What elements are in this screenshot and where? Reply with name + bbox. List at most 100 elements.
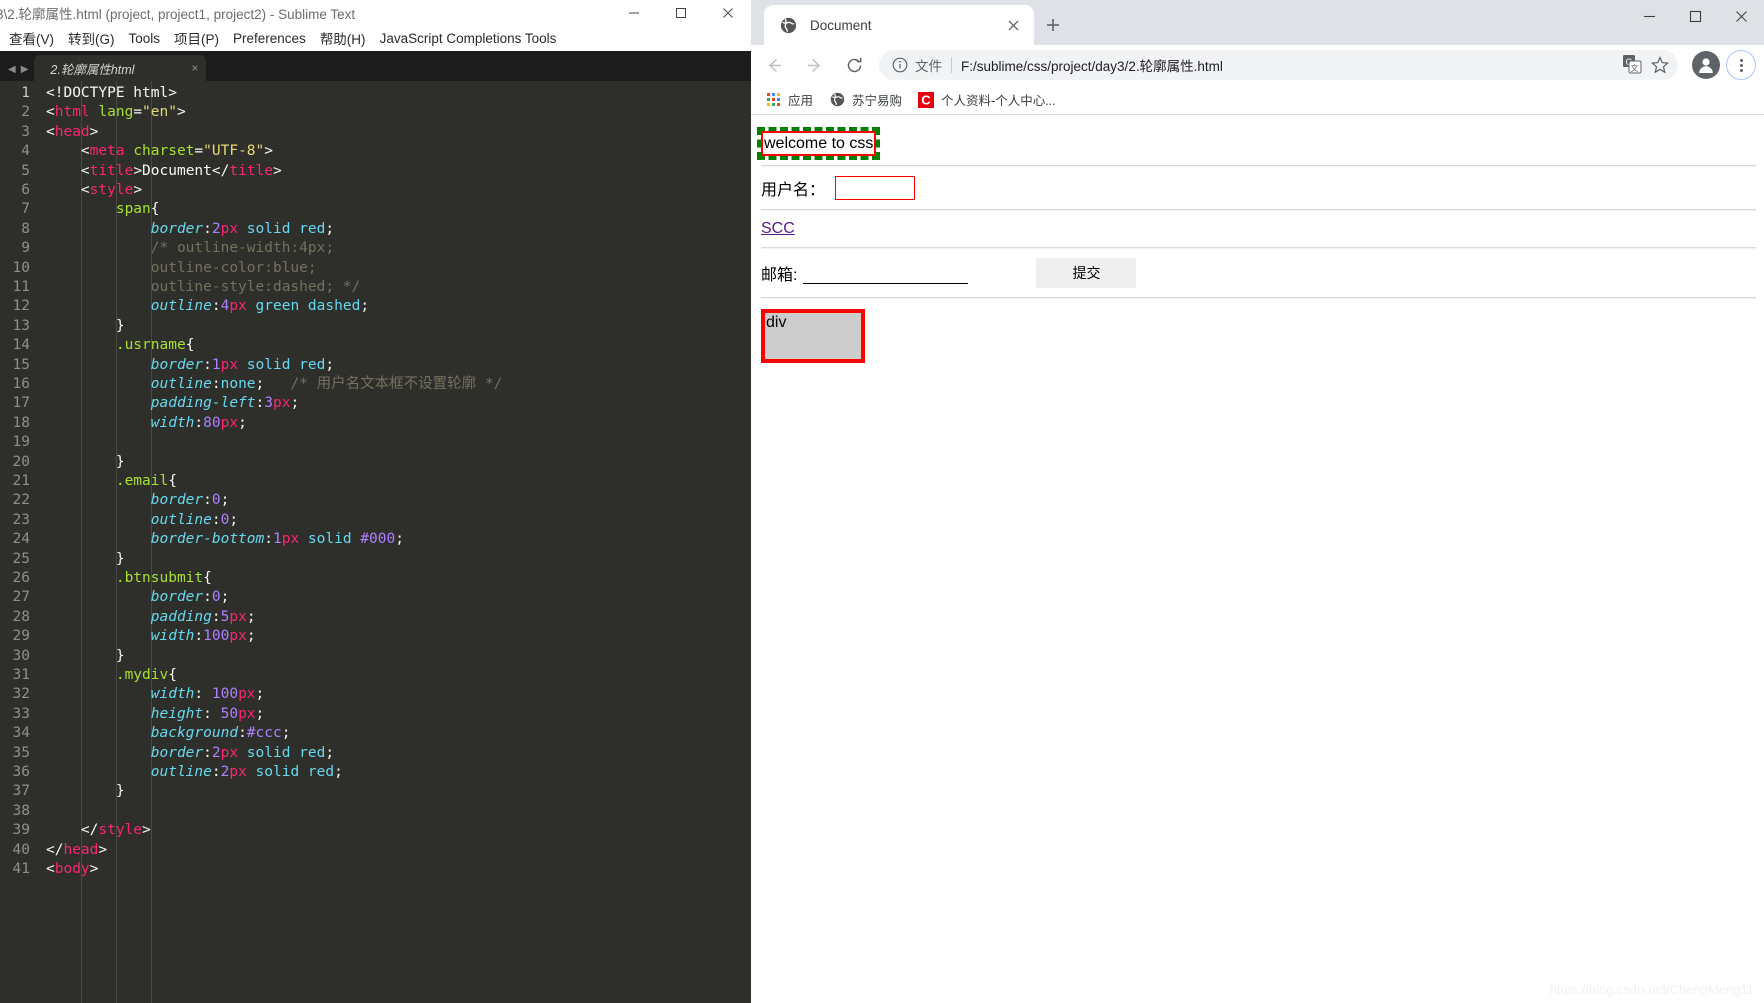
translate-icon[interactable]: G 文 <box>1622 54 1644 76</box>
code-line: /* outline-width:4px; <box>46 239 334 258</box>
code-token: .mydiv <box>46 667 169 683</box>
code-token: 100 <box>203 628 230 645</box>
maximize-button[interactable] <box>1672 0 1718 32</box>
maximize-button[interactable] <box>657 0 704 25</box>
code-token: > <box>89 123 99 140</box>
reload-button[interactable] <box>837 48 871 82</box>
minimize-button[interactable] <box>1626 0 1672 32</box>
code-token: > <box>273 162 282 179</box>
menu-item-view[interactable]: 查看(V) <box>2 28 61 48</box>
code-token: px <box>229 608 247 625</box>
code-token: > <box>176 104 186 121</box>
close-button[interactable] <box>704 0 751 25</box>
line-number: 23 <box>12 511 30 528</box>
email-input[interactable] <box>803 262 969 284</box>
tab-next-arrow-icon[interactable]: ▶ <box>21 64 29 75</box>
omnibox-url-text[interactable]: F:/sublime/css/project/day3/2.轮廓属性.html <box>961 55 1618 75</box>
scc-link[interactable]: SCC <box>761 220 795 238</box>
menu-item-goto[interactable]: 转到(G) <box>61 28 122 48</box>
code-token: px <box>220 744 239 761</box>
code-token: px <box>229 764 247 780</box>
code-line: <style> <box>46 181 142 200</box>
code-text-area[interactable]: <!DOCTYPE html> <html lang="en"> <head> <m… <box>34 81 751 1003</box>
code-token: 2 <box>211 220 221 237</box>
code-token: < <box>46 143 90 160</box>
code-token: outline <box>46 511 212 528</box>
chrome-window-controls <box>1626 0 1764 32</box>
code-token: : <box>211 608 221 625</box>
code-token: 2 <box>211 744 221 761</box>
code-line: width:80px; <box>46 414 247 433</box>
code-line: outline-style:dashed; */ <box>46 278 361 297</box>
tab-prev-arrow-icon[interactable]: ◀ <box>8 64 16 75</box>
code-line: } <box>46 782 125 801</box>
code-token: ; <box>290 395 300 412</box>
code-token: px <box>272 395 291 412</box>
browser-tab-document[interactable]: Document <box>764 5 1034 45</box>
code-token: { <box>185 337 195 354</box>
username-label: 用户名： <box>761 182 826 199</box>
bookmark-personal-center[interactable]: C 个人资料-个人中心... <box>918 90 1056 109</box>
code-token: /* 用户名文本框不设置轮廓 */ <box>281 376 503 392</box>
code-line: border:0; <box>46 491 230 510</box>
code-token: < <box>46 162 90 179</box>
close-icon[interactable]: × <box>177 61 198 75</box>
menu-item-preferences[interactable]: Preferences <box>226 31 313 46</box>
code-token: ; <box>238 414 247 431</box>
code-token: : <box>203 492 212 509</box>
code-token: > <box>133 182 143 198</box>
code-token: } <box>46 317 125 334</box>
username-input[interactable] <box>835 176 916 200</box>
sublime-editor-tab[interactable]: 2.轮廓属性html × <box>34 55 207 81</box>
bookmark-suning[interactable]: 苏宁易购 <box>829 90 902 109</box>
code-token: 3 <box>264 395 273 412</box>
code-token: height <box>46 705 204 722</box>
code-token: border <box>46 356 204 373</box>
bookmark-label: 应用 <box>788 94 814 108</box>
code-token: 0 <box>211 492 221 509</box>
code-token: outline <box>46 298 212 315</box>
code-token: </ <box>46 841 64 858</box>
line-number: 29 <box>12 628 30 645</box>
code-token: #000 <box>360 531 396 548</box>
code-line: width: 100px; <box>46 685 265 704</box>
code-token: Document <box>142 162 212 179</box>
sublime-tab-bar: ◀ ▶ 2.轮廓属性html × <box>0 51 751 81</box>
code-token: border-bottom <box>46 531 265 548</box>
new-tab-button[interactable] <box>1039 11 1067 39</box>
menu-item-project[interactable]: 项目(P) <box>167 28 226 48</box>
bookmark-star-icon[interactable] <box>1648 53 1672 77</box>
code-editor[interactable]: 1 2 3 4 5 6 7 8 9 10 11 12 13 14 15 16 17 18 19 20 21 22 23 24 2… <box>0 81 751 1003</box>
line-number: 18 <box>12 414 30 431</box>
info-circle-icon[interactable] <box>891 56 909 74</box>
submit-button[interactable]: 提交 <box>1036 258 1137 288</box>
code-line: } <box>46 317 125 336</box>
close-icon[interactable] <box>1002 14 1024 36</box>
code-token: 100 <box>211 686 239 703</box>
code-token: ; <box>255 686 265 703</box>
chrome-menu-button[interactable] <box>1726 50 1756 80</box>
bookmark-apps[interactable]: 应用 <box>765 90 813 109</box>
code-token: border <box>46 492 204 509</box>
code-token: style <box>98 822 143 839</box>
back-button[interactable] <box>757 48 791 82</box>
sublime-window-title: 3\2.轮廓属性.html (project, project1, projec… <box>0 6 356 22</box>
span-row: welcome to css <box>756 124 1756 160</box>
code-token: "en" <box>142 104 177 121</box>
code-token: ; <box>325 356 335 373</box>
menu-item-tools[interactable]: Tools <box>122 31 168 46</box>
close-button[interactable] <box>1718 0 1764 32</box>
menu-item-help[interactable]: 帮助(H) <box>313 28 373 48</box>
line-number: 36 <box>12 764 30 780</box>
sublime-menu-bar: 查看(V) 转到(G) Tools 项目(P) Preferences 帮助(H… <box>0 25 751 51</box>
code-token: > <box>264 143 273 160</box>
address-bar[interactable]: 文件 F:/sublime/css/project/day3/2.轮廓属性.ht… <box>879 50 1678 80</box>
line-number: 1 <box>21 85 30 101</box>
code-token: span <box>46 201 151 218</box>
avatar[interactable] <box>1692 51 1720 79</box>
forward-button[interactable] <box>797 48 831 82</box>
minimize-button[interactable] <box>610 0 657 25</box>
menu-item-javascript-completions-tools[interactable]: JavaScript Completions Tools <box>373 31 564 46</box>
line-number: 11 <box>12 279 30 295</box>
code-line: border-bottom:1px solid #000; <box>46 530 404 549</box>
